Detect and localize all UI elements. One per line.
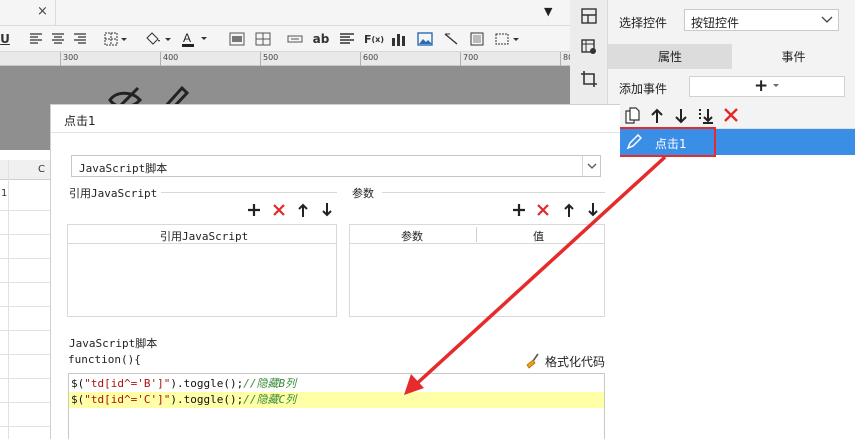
column-header-label: C [38,164,45,175]
params-table: 参数 值 [349,224,605,317]
code-string: "td[id^='C']" [84,393,171,406]
move-down-icon[interactable] [321,202,333,218]
tab-events[interactable]: 事件 [732,44,855,69]
text-ab-icon[interactable]: ab [312,30,330,48]
event-highlight-box [618,127,716,157]
column-header-value: 值 [533,230,544,243]
dialog-title-bar: 点击1 [51,105,620,133]
caret-down-icon [773,84,779,87]
select-control-value: 按钮控件 [691,16,740,30]
column-header: 引用JavaScript [160,230,249,243]
close-icon[interactable]: × [37,4,48,19]
font-color-icon[interactable]: A [180,30,210,48]
move-down-icon[interactable] [673,107,689,125]
event-toolbar [620,105,850,127]
code-line-current: $("td[id^='C']").toggle();//隐藏C列 [69,392,604,408]
event-dialog: 点击1 JavaScript脚本 引用JavaScript 引用JavaScri… [50,104,620,439]
code-token: ).toggle(); [170,377,244,390]
image-icon[interactable] [416,30,434,48]
column-separator [55,0,56,26]
add-event-button[interactable]: + [689,76,845,97]
delete-icon[interactable] [536,203,550,217]
column-separator [476,227,477,242]
layout-icon[interactable] [580,7,598,25]
add-event-label: 添加事件 [619,82,668,96]
property-panel-body: 选择控件 按钮控件 属性 事件 添加事件 + 点击1 [608,0,855,439]
border-icon[interactable] [103,30,129,48]
delete-icon[interactable] [272,203,286,217]
code-comment: //隐藏B列 [243,377,297,390]
ruler-label: 600 [363,53,379,62]
broom-icon [526,353,539,369]
delete-icon[interactable] [723,107,739,123]
format-code-label: 格式化代码 [545,354,606,369]
align-right-icon[interactable] [72,30,88,48]
move-up-icon[interactable] [297,202,309,218]
code-token: $( [71,377,85,390]
column-header-param: 参数 [401,230,423,243]
underline-icon[interactable]: U [0,30,10,48]
panel-tabs: 属性 事件 [608,44,855,69]
code-string: "td[id^='B']" [84,377,171,390]
code-editor[interactable]: $("td[id^='B']").toggle();//隐藏B列 $("td[i… [68,373,605,439]
ruler-label: 500 [263,53,279,62]
grid-settings-icon[interactable] [580,38,598,56]
chevron-down-icon [821,16,833,23]
move-up-icon[interactable] [563,202,575,218]
table-header: 引用JavaScript [68,225,336,244]
split-cells-icon[interactable] [254,30,272,48]
add-icon[interactable] [247,203,261,217]
top-strip: × ▼ [0,0,570,26]
copy-icon[interactable] [624,107,642,125]
row-number: 1 [1,188,8,199]
svg-text:A: A [183,31,191,45]
align-center-icon[interactable] [50,30,66,48]
bar-chart-icon[interactable] [390,30,408,48]
ruler-label: 700 [463,53,479,62]
horizontal-ruler: 300 400 500 600 700 800 [0,52,578,66]
script-type-select[interactable]: JavaScript脚本 [71,155,601,177]
move-up-icon[interactable] [649,107,665,125]
align-left-icon[interactable] [28,30,44,48]
move-down-icon[interactable] [587,202,599,218]
select-control-dropdown[interactable]: 按钮控件 [684,9,839,31]
event-list: 点击1 [620,128,855,439]
dropdown-toggle-icon[interactable]: ▼ [544,5,552,18]
table-header: 参数 值 [350,225,604,244]
ruler-label: 400 [163,53,179,62]
ref-js-section-label: 引用JavaScript [69,187,158,200]
add-icon[interactable] [512,203,526,217]
code-comment: //隐藏C列 [243,393,297,406]
function-header: function(){ [68,353,141,366]
formula-icon[interactable]: F (x) [364,30,384,48]
ref-js-table: 引用JavaScript [67,224,337,317]
textbox-icon[interactable] [286,30,304,48]
js-section-label: JavaScript脚本 [69,337,158,350]
merge-cells-icon[interactable] [228,30,246,48]
code-token: ).toggle(); [170,393,244,406]
line-tool-icon[interactable] [442,30,460,48]
fill-color-icon[interactable] [143,30,173,48]
frame-icon[interactable] [468,30,486,48]
format-toolbar: U A ab F (x) [0,26,570,52]
code-token: $( [71,393,85,406]
format-code-button[interactable]: 格式化代码 [525,353,605,369]
tab-properties[interactable]: 属性 [608,44,732,69]
widget-dropdown-icon[interactable] [493,30,523,48]
move-bottom-icon[interactable] [697,107,717,125]
params-section-label: 参数 [352,187,374,200]
section-divider [382,192,605,193]
section-divider [161,192,337,193]
paragraph-icon[interactable] [338,30,356,48]
script-type-value: JavaScript脚本 [79,162,168,175]
ruler-label: 300 [63,53,79,62]
crop-icon[interactable] [580,70,598,88]
dialog-title: 点击1 [64,114,96,128]
plus-icon: + [754,76,769,96]
select-control-label: 选择控件 [619,16,668,30]
chevron-down-icon [582,156,600,176]
code-line: $("td[id^='B']").toggle();//隐藏B列 [69,376,604,392]
